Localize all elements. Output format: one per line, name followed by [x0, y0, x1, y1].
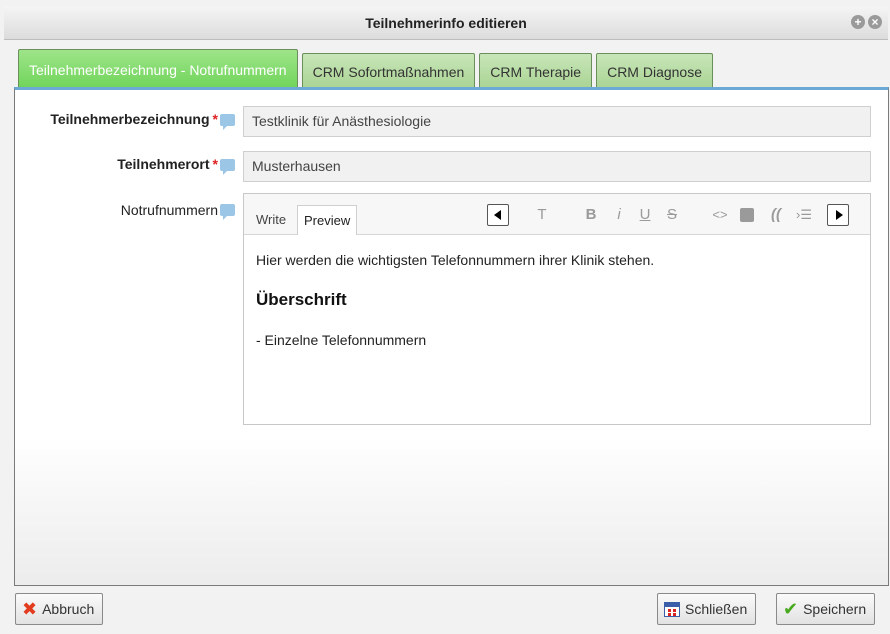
- calendar-icon: [664, 601, 680, 617]
- ort-label: Teilnehmerort *: [117, 156, 218, 172]
- comment-icon[interactable]: [220, 204, 235, 220]
- bezeichnung-label: Teilnehmerbezeichnung *: [50, 111, 218, 127]
- tab-crm-sofortmassnahmen[interactable]: CRM Sofortmaßnahmen: [301, 53, 476, 89]
- bold-icon[interactable]: B: [584, 204, 598, 226]
- tab-preview[interactable]: Preview: [297, 205, 358, 235]
- cancel-icon: ✖: [22, 599, 38, 619]
- heading-icon[interactable]: T: [534, 204, 550, 226]
- quote-icon[interactable]: ((: [766, 204, 786, 226]
- italic-icon[interactable]: i: [614, 204, 624, 226]
- required-marker: *: [212, 111, 218, 127]
- indent-icon[interactable]: ›☰: [794, 204, 814, 226]
- preview-content: Hier werden die wichtigsten Telefonnumme…: [256, 252, 858, 370]
- comment-icon[interactable]: [220, 159, 235, 175]
- underline-icon[interactable]: U: [639, 204, 651, 226]
- close-icon[interactable]: ×: [868, 15, 882, 29]
- required-marker: *: [212, 156, 218, 172]
- scroll-right-button[interactable]: [827, 204, 849, 226]
- preview-list-item: - Einzelne Telefonnummern: [256, 332, 427, 348]
- save-button[interactable]: ✔ Speichern: [776, 593, 876, 625]
- strikethrough-icon[interactable]: S: [666, 204, 678, 226]
- bezeichnung-field[interactable]: Testklinik für Anästhesiologie: [243, 106, 871, 137]
- preview-paragraph: Hier werden die wichtigsten Telefonnumme…: [256, 252, 655, 268]
- tab-crm-diagnose[interactable]: CRM Diagnose: [596, 53, 714, 89]
- markdown-editor: Write Preview T B i U S <> (( ›☰ Hier we…: [243, 193, 871, 425]
- checkmark-icon: ✔: [783, 599, 799, 619]
- title-icons: + ×: [851, 15, 882, 29]
- ort-field[interactable]: Musterhausen: [243, 151, 871, 182]
- dialog-titlebar: Teilnehmerinfo editieren + ×: [4, 6, 888, 40]
- notruf-label: Notrufnummern: [120, 202, 218, 218]
- tab-crm-therapie[interactable]: CRM Therapie: [479, 53, 593, 89]
- editor-toolbar: Write Preview T B i U S <> (( ›☰: [244, 194, 870, 235]
- cancel-button[interactable]: ✖ Abbruch: [15, 593, 104, 625]
- close-button[interactable]: Schließen: [657, 593, 757, 625]
- preview-heading: Überschrift: [256, 290, 347, 309]
- tab-write[interactable]: Write: [250, 205, 292, 235]
- plus-icon[interactable]: +: [851, 15, 865, 29]
- comment-icon[interactable]: [220, 114, 235, 130]
- tab-bar: Teilnehmerbezeichnung - Notrufnummern CR…: [18, 49, 714, 89]
- tab-teilnehmerbezeichnung[interactable]: Teilnehmerbezeichnung - Notrufnummern: [18, 49, 298, 89]
- code-block-icon[interactable]: [740, 208, 754, 222]
- dialog-title: Teilnehmerinfo editieren: [365, 15, 527, 31]
- edit-dialog: Teilnehmerinfo editieren + × Teilnehmerb…: [0, 0, 890, 634]
- scroll-left-button[interactable]: [487, 204, 509, 226]
- code-icon[interactable]: <>: [710, 204, 730, 226]
